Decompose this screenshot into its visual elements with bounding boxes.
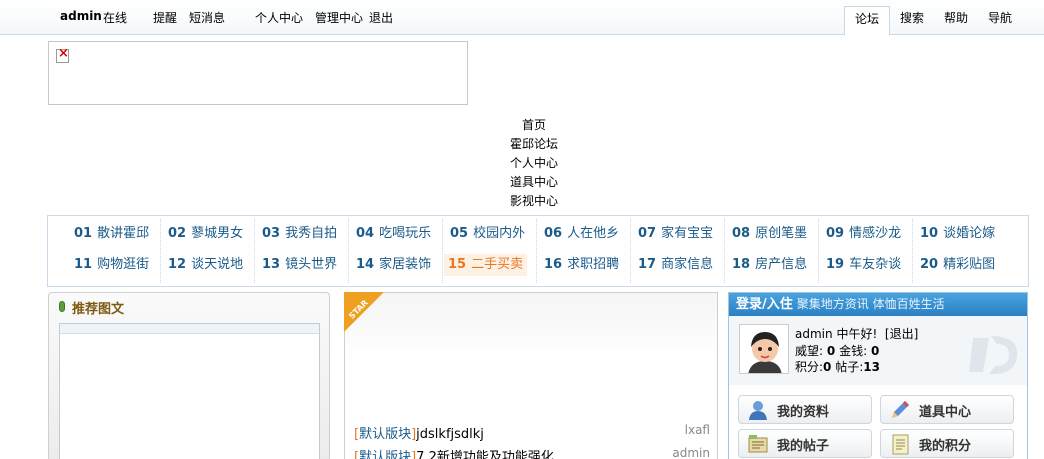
board-link[interactable]: 06 人在他乡	[540, 223, 623, 245]
divider	[160, 219, 161, 283]
board-link[interactable]: 09 情感沙龙	[822, 223, 905, 245]
board-link[interactable]: 14 家居装饰	[352, 254, 435, 276]
user-profile-icon	[749, 401, 767, 420]
my-points-button[interactable]: 我的积分	[880, 429, 1014, 458]
board-link[interactable]: 05 校园内外	[446, 223, 529, 245]
board-link[interactable]: 18 房产信息	[728, 254, 811, 276]
post-title[interactable]: jdslkfjsdlkj	[416, 427, 484, 442]
my-profile-button[interactable]: 我的资料	[738, 395, 872, 424]
post-author[interactable]: lxafl	[685, 423, 710, 437]
center-nav: 首页 霍邱论坛 个人中心 道具中心 影视中心	[484, 116, 584, 211]
board-link[interactable]: 03 我秀自拍	[258, 223, 341, 245]
nav-forum[interactable]: 霍邱论坛	[484, 135, 584, 154]
posts-icon	[748, 435, 768, 453]
divider	[818, 219, 819, 283]
remind-link[interactable]: 提醒	[153, 9, 177, 26]
post-row: [默认版块]jdslkfjsdlkj lxafl	[354, 423, 710, 442]
logout-link[interactable]: [退出]	[885, 327, 918, 341]
user-stats-line: 积分:0 帖子:13	[795, 360, 880, 374]
username-link[interactable]: admin	[60, 9, 102, 23]
divider	[442, 219, 443, 283]
recommended-image-box[interactable]	[59, 323, 320, 459]
user-panel: 登录/入住 聚集地方资讯 体恤百姓生活 admin 中午好! [退出] 威望: 0…	[728, 292, 1028, 459]
board-link[interactable]: 10 谈婚论嫁	[916, 223, 999, 245]
divider	[724, 219, 725, 283]
divider	[348, 219, 349, 283]
post-category[interactable]: 默认版块	[359, 427, 411, 442]
board-link[interactable]: 08 原创笔墨	[728, 223, 811, 245]
board-link[interactable]: 13 镜头世界	[258, 254, 341, 276]
divider	[536, 219, 537, 283]
nav-home[interactable]: 首页	[484, 116, 584, 135]
post-title[interactable]: 7.2新增功能及功能强化	[416, 450, 554, 459]
messages-link[interactable]: 短消息	[189, 9, 225, 26]
tab-search[interactable]: 搜索	[890, 6, 934, 35]
board-link[interactable]: 16 求职招聘	[540, 254, 623, 276]
board-link[interactable]: 11 购物逛街	[70, 254, 153, 276]
tool-center-button[interactable]: 道具中心	[880, 395, 1014, 424]
top-bar: admin 在线 提醒 短消息 个人中心 管理中心 退出 论坛 搜索 帮助 导航	[0, 0, 1044, 36]
user-panel-title: 登录/入住	[736, 297, 793, 312]
tab-navigation[interactable]: 导航	[978, 6, 1022, 35]
banner-ad	[48, 41, 468, 105]
board-link[interactable]: 17 商家信息	[634, 254, 717, 276]
post-row: [默认版块]7.2新增功能及功能强化 admin	[354, 446, 710, 459]
tab-help[interactable]: 帮助	[934, 6, 978, 35]
admin-center-link[interactable]: 管理中心	[315, 9, 363, 26]
nav-personal-center[interactable]: 个人中心	[484, 154, 584, 173]
user-panel-header: 登录/入住 聚集地方资讯 体恤百姓生活	[729, 293, 1027, 316]
online-status: 在线	[103, 11, 128, 25]
image-box-header	[60, 324, 319, 334]
board-link[interactable]: 04 吃喝玩乐	[352, 223, 435, 245]
board-link[interactable]: 02 蓼城男女	[164, 223, 247, 245]
divider	[912, 219, 913, 283]
post-author[interactable]: admin	[672, 446, 710, 459]
my-posts-button[interactable]: 我的帖子	[738, 429, 872, 458]
divider	[630, 219, 631, 283]
recommended-title: 推荐图文	[72, 302, 125, 317]
divider	[254, 219, 255, 283]
nav-tool-center[interactable]: 道具中心	[484, 173, 584, 192]
user-greeting-line: admin 中午好! [退出]	[795, 325, 918, 342]
recommended-panel: 推荐图文	[48, 292, 330, 459]
user-stats-line: 威望: 0 金钱: 0	[795, 344, 880, 358]
user-panel-subtitle: 聚集地方资讯 体恤百姓生活	[796, 297, 945, 311]
board-link[interactable]: 01 散讲霍邱	[70, 223, 153, 245]
posts-panel: STAR [默认版块]jdslkfjsdlkj lxafl [默认版块]7.2新…	[344, 292, 718, 459]
personal-center-link[interactable]: 个人中心	[255, 9, 303, 26]
notepad-icon	[892, 434, 909, 455]
logout-link[interactable]: 退出	[369, 9, 393, 26]
broken-image-icon	[56, 46, 69, 63]
site-logo-icon	[969, 336, 1018, 375]
board-link-active[interactable]: 15 二手买卖	[444, 254, 528, 276]
board-grid: 01 散讲霍邱 02 蓼城男女 03 我秀自拍 04 吃喝玩乐 05 校园内外 06 人在他…	[47, 215, 1029, 287]
board-link[interactable]: 20 精彩贴图	[916, 254, 999, 276]
user-info: admin 中午好! [退出] 威望: 0 金钱: 0 积分:0 帖子:13	[729, 316, 1027, 385]
bullet-icon	[59, 301, 65, 312]
board-link[interactable]: 07 家有宝宝	[634, 223, 717, 245]
pen-icon	[892, 401, 909, 418]
board-link[interactable]: 12 谈天说地	[164, 254, 247, 276]
top-tabs: 论坛 搜索 帮助 导航	[843, 6, 1022, 36]
avatar[interactable]	[739, 324, 789, 374]
post-category[interactable]: 默认版块	[359, 450, 411, 459]
user-name[interactable]: admin	[795, 327, 833, 341]
board-link[interactable]: 19 车友杂谈	[822, 254, 905, 276]
greeting: 中午好!	[836, 327, 878, 341]
nav-video-center[interactable]: 影视中心	[484, 192, 584, 211]
tab-forum[interactable]: 论坛	[843, 6, 890, 36]
